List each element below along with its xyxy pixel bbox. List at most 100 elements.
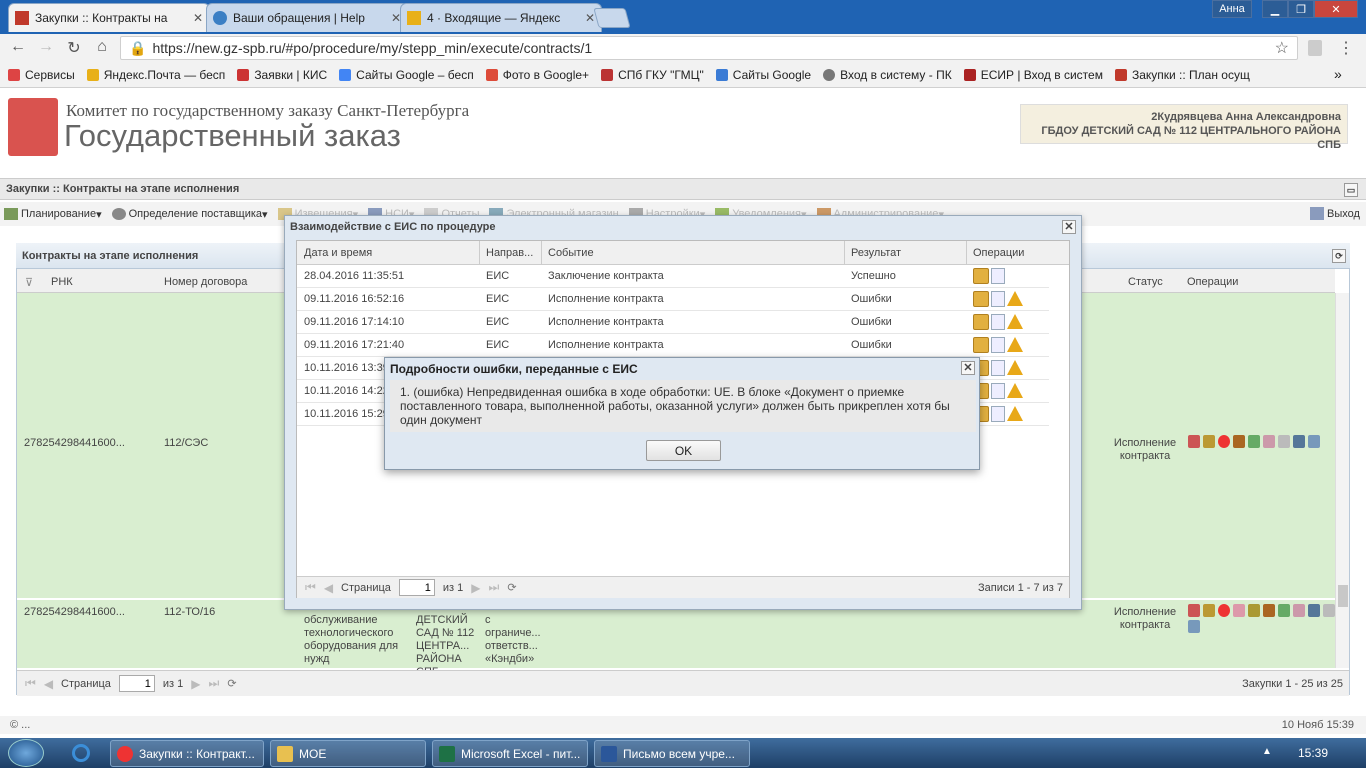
warning-icon[interactable] (1007, 291, 1023, 306)
maximize-button[interactable]: ❐ (1288, 0, 1314, 18)
column-status[interactable]: Статус (1128, 276, 1163, 288)
refresh-icon[interactable]: ⟳ (227, 677, 236, 690)
books-icon[interactable] (1293, 435, 1305, 448)
document-icon[interactable] (991, 291, 1005, 307)
start-button[interactable] (8, 739, 44, 767)
ie-icon[interactable] (72, 744, 90, 762)
new-tab-button[interactable] (593, 8, 631, 28)
menu-planning[interactable]: Планирование ▾ (4, 208, 102, 221)
tab-yandex-mail[interactable]: 4 · Входящие — Яндекс ✕ (400, 3, 602, 32)
document-icon[interactable] (991, 360, 1005, 376)
column-result[interactable]: Результат (851, 247, 901, 259)
package-icon[interactable] (973, 291, 989, 307)
key-icon[interactable] (1248, 604, 1260, 617)
eis-row[interactable]: 09.11.2016 16:52:16 ЕИС Исполнение контр… (297, 288, 1049, 311)
bookmark-kis[interactable]: Заявки | КИС (237, 68, 327, 82)
bookmark-login-pk[interactable]: Вход в систему - ПК (823, 68, 952, 82)
next-page-icon[interactable]: ▶ (471, 581, 480, 595)
column-operations[interactable]: Операции (973, 247, 1024, 259)
package-icon[interactable] (973, 314, 989, 330)
stack-icon[interactable] (1188, 620, 1200, 633)
document-icon[interactable] (991, 383, 1005, 399)
warning-icon[interactable] (1007, 314, 1023, 329)
close-tab-icon[interactable]: ✕ (193, 11, 203, 25)
taskbar-item-word[interactable]: Письмо всем учре... (594, 740, 750, 767)
close-tab-icon[interactable]: ✕ (585, 11, 595, 25)
bookmark-google-photos[interactable]: Фото в Google+ (485, 68, 589, 82)
document-icon[interactable] (991, 406, 1005, 422)
column-operations[interactable]: Операции (1187, 276, 1238, 288)
menu-supplier[interactable]: Определение поставщика ▾ (111, 208, 268, 221)
close-window-button[interactable]: ✕ (1314, 0, 1358, 18)
emblem-icon[interactable] (1233, 435, 1245, 448)
collapse-icon[interactable]: ▭ (1344, 183, 1358, 197)
extension-icon[interactable] (1308, 40, 1322, 56)
scroll-icon[interactable] (1293, 604, 1305, 617)
reload-icon[interactable]: ↻ (64, 38, 84, 58)
warning-icon[interactable] (1007, 383, 1023, 398)
stop-icon[interactable] (1218, 435, 1230, 448)
table-row[interactable]: 278254298441600... 112-ТО/16 обслуживани… (17, 600, 1335, 678)
package-icon[interactable] (973, 337, 989, 353)
gear-icon[interactable] (1278, 604, 1290, 617)
bookmark-gmc[interactable]: СПб ГКУ "ГМЦ" (601, 68, 704, 82)
column-date[interactable]: Дата и время (304, 247, 372, 259)
scroll-icon[interactable] (1263, 435, 1275, 448)
column-direction[interactable]: Направ... (486, 247, 533, 259)
menu-icon[interactable]: ⋮ (1338, 38, 1354, 58)
page-icon[interactable] (1323, 604, 1335, 617)
taskbar-item-folder[interactable]: МОЕ (270, 740, 426, 767)
back-icon[interactable]: ← (8, 38, 28, 56)
tab-zakupki[interactable]: Закупки :: Контракты на ✕ (8, 3, 210, 32)
stack-icon[interactable] (1308, 435, 1320, 448)
taskbar-item-excel[interactable]: Microsoft Excel - пит... (432, 740, 588, 767)
document-icon[interactable] (1188, 604, 1200, 617)
close-icon[interactable]: ✕ (1062, 220, 1076, 234)
bookmark-esir[interactable]: ЕСИР | Вход в систем (963, 68, 1103, 82)
exit-button[interactable]: Выход (1310, 207, 1360, 220)
edit-icon[interactable] (1203, 604, 1215, 617)
bookmark-google-sites-2[interactable]: Сайты Google (715, 68, 811, 82)
tray-arrow-icon[interactable]: ▲ (1262, 746, 1272, 757)
prev-page-icon[interactable]: ◀ (324, 581, 333, 595)
warning-icon[interactable] (1007, 360, 1023, 375)
eis-row[interactable]: 09.11.2016 17:14:10 ЕИС Исполнение контр… (297, 311, 1049, 334)
page-input[interactable] (118, 675, 155, 692)
profile-button[interactable]: Анна (1212, 0, 1252, 18)
document-icon[interactable] (991, 314, 1005, 330)
column-number[interactable]: Номер договора (164, 276, 247, 288)
refresh-icon[interactable]: ⟳ (1332, 249, 1346, 263)
forward-icon[interactable]: → (36, 38, 56, 56)
document-icon[interactable] (1188, 435, 1200, 448)
bookmark-yandex-mail[interactable]: Яндекс.Почта — бесп (86, 68, 225, 82)
eis-row[interactable]: 28.04.2016 11:35:51 ЕИС Заключение контр… (297, 265, 1049, 288)
column-event[interactable]: Событие (548, 247, 594, 259)
next-page-icon[interactable]: ▶ (191, 677, 200, 691)
page-input[interactable] (398, 579, 435, 596)
star-icon[interactable]: ☆ (1275, 38, 1289, 58)
minimize-button[interactable]: ▁ (1262, 0, 1288, 18)
warning-icon[interactable] (1007, 337, 1023, 352)
page-icon[interactable] (1278, 435, 1290, 448)
taskbar-item-chrome[interactable]: Закупки :: Контракт... (110, 740, 264, 767)
gear-icon[interactable] (1248, 435, 1260, 448)
column-rnk[interactable]: РНК (51, 276, 73, 288)
document-icon[interactable] (991, 268, 1005, 284)
refresh-icon[interactable]: ⟳ (507, 581, 516, 594)
home-icon[interactable]: ⌂ (92, 38, 112, 56)
prev-page-icon[interactable]: ◀ (44, 677, 53, 691)
bookmark-plan[interactable]: Закупки :: План осущ (1114, 68, 1250, 82)
scrollbar-thumb[interactable] (1338, 585, 1348, 607)
more-bookmarks-button[interactable]: » (1334, 66, 1342, 82)
last-page-icon[interactable]: ⏭ (489, 580, 500, 595)
edit-icon[interactable] (1203, 435, 1215, 448)
emblem-icon[interactable] (1263, 604, 1275, 617)
address-bar[interactable]: 🔒 https://new.gz-spb.ru/#po/procedure/my… (120, 36, 1298, 60)
books-icon[interactable] (1308, 604, 1320, 617)
eis-row[interactable]: 09.11.2016 17:21:40 ЕИС Исполнение контр… (297, 334, 1049, 357)
filter-icon[interactable]: ⊽ (25, 276, 33, 289)
first-page-icon[interactable]: ⏮ (25, 676, 36, 691)
bookmark-services[interactable]: Сервисы (8, 68, 75, 82)
ok-button[interactable]: OK (646, 440, 721, 461)
warning-icon[interactable] (1007, 406, 1023, 421)
